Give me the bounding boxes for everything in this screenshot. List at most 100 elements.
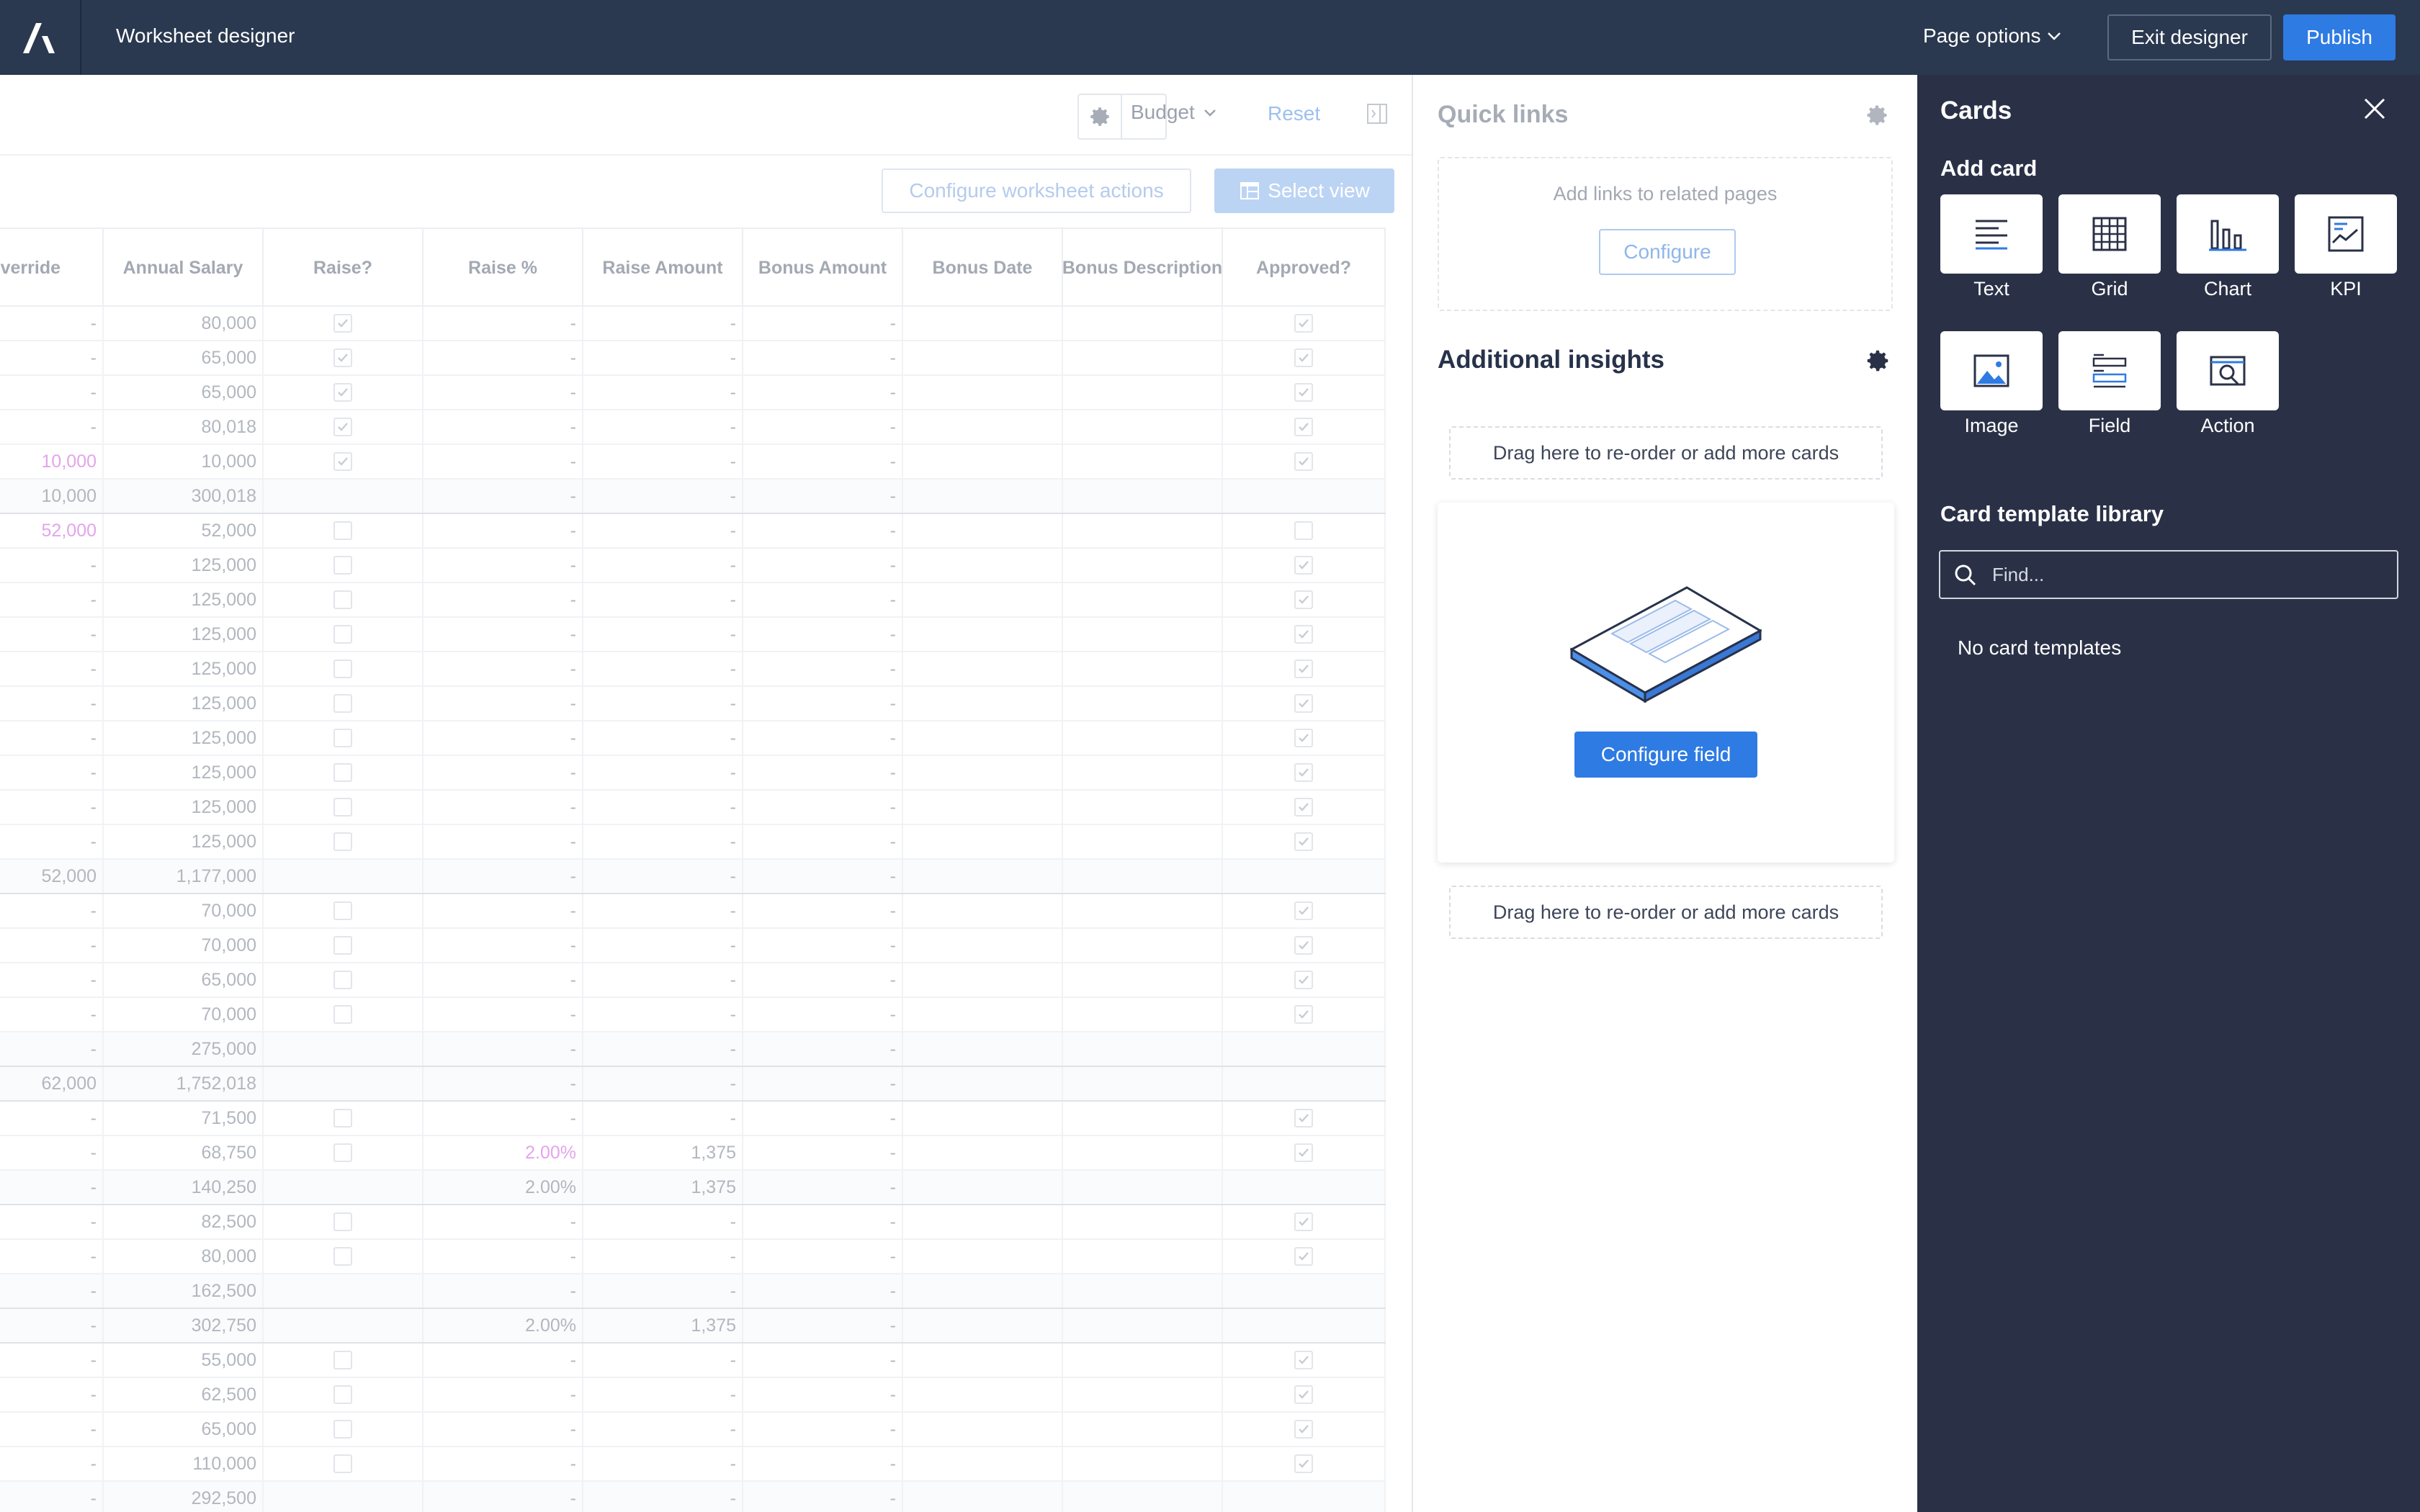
reset-link[interactable]: Reset [1268,102,1320,125]
annual-salary-cell[interactable]: 125,000 [104,756,264,789]
raise-cell[interactable] [264,1274,424,1308]
annual-salary-cell[interactable]: 292,500 [104,1482,264,1512]
override-cell[interactable]: - [0,721,104,755]
annual-salary-cell[interactable]: 52,000 [104,514,264,547]
bonus-amount-cell[interactable]: - [743,1067,903,1100]
raise-cell[interactable] [264,583,424,616]
raise-pct-cell[interactable]: - [424,963,583,996]
override-cell[interactable]: - [0,1482,104,1512]
bonus-date-cell[interactable] [903,1067,1063,1100]
annual-salary-cell[interactable]: 275,000 [104,1032,264,1066]
raise-amount-cell[interactable]: - [583,445,743,478]
approved-checkbox[interactable] [1294,832,1313,851]
bonus-date-cell[interactable] [903,1378,1063,1411]
bonus-amount-cell[interactable]: - [743,963,903,996]
bonus-date-cell[interactable] [903,1413,1063,1446]
raise-pct-cell[interactable]: - [424,860,583,893]
approved-checkbox[interactable] [1294,1005,1313,1024]
annual-salary-cell[interactable]: 80,018 [104,410,264,444]
raise-pct-cell[interactable]: - [424,998,583,1031]
approved-cell[interactable] [1223,1032,1386,1066]
bonus-amount-cell[interactable]: - [743,583,903,616]
raise-amount-cell[interactable]: - [583,929,743,962]
raise-pct-cell[interactable]: - [424,1344,583,1377]
bonus-amount-cell[interactable]: - [743,307,903,340]
bonus-amount-cell[interactable]: - [743,1102,903,1135]
bonus-description-cell[interactable] [1063,1032,1223,1066]
raise-cell[interactable] [264,825,424,858]
find-template-input[interactable] [1992,559,2381,590]
bonus-date-cell[interactable] [903,894,1063,927]
annual-salary-cell[interactable]: 140,250 [104,1171,264,1204]
approved-cell[interactable] [1223,791,1386,824]
raise-amount-cell[interactable]: - [583,549,743,582]
raise-checkbox[interactable] [333,832,352,851]
approved-checkbox[interactable] [1294,521,1313,540]
bonus-description-cell[interactable] [1063,445,1223,478]
override-cell[interactable]: 10,000 [0,445,104,478]
annual-salary-cell[interactable]: 300,018 [104,480,264,513]
bonus-amount-cell[interactable]: - [743,410,903,444]
bonus-amount-cell[interactable]: - [743,618,903,651]
raise-pct-cell[interactable]: - [424,583,583,616]
select-view-button[interactable]: Select view [1214,168,1394,213]
publish-button[interactable]: Publish [2283,14,2396,60]
raise-cell[interactable] [264,1447,424,1480]
raise-amount-cell[interactable]: - [583,721,743,755]
annual-salary-cell[interactable]: 70,000 [104,998,264,1031]
bonus-description-cell[interactable] [1063,480,1223,513]
override-cell[interactable]: 10,000 [0,480,104,513]
approved-checkbox[interactable] [1294,590,1313,609]
raise-checkbox[interactable] [333,901,352,920]
raise-pct-cell[interactable]: 2.00% [424,1171,583,1204]
raise-checkbox[interactable] [333,590,352,609]
col-bonus-date-header[interactable]: Bonus Date [903,229,1063,307]
annual-salary-cell[interactable]: 125,000 [104,618,264,651]
card-tile-grid[interactable] [2058,194,2161,274]
approved-cell[interactable] [1223,1344,1386,1377]
raise-cell[interactable] [264,1482,424,1512]
bonus-amount-cell[interactable]: - [743,1274,903,1308]
annual-salary-cell[interactable]: 65,000 [104,963,264,996]
approved-cell[interactable] [1223,549,1386,582]
bonus-date-cell[interactable] [903,687,1063,720]
raise-checkbox[interactable] [333,1247,352,1266]
override-cell[interactable]: - [0,1032,104,1066]
bonus-date-cell[interactable] [903,549,1063,582]
raise-amount-cell[interactable]: - [583,307,743,340]
raise-pct-cell[interactable]: - [424,1032,583,1066]
bonus-description-cell[interactable] [1063,687,1223,720]
override-cell[interactable]: - [0,894,104,927]
configure-quick-links-button[interactable]: Configure [1599,229,1736,275]
raise-cell[interactable] [264,1171,424,1204]
bonus-description-cell[interactable] [1063,894,1223,927]
raise-pct-cell[interactable]: - [424,756,583,789]
raise-cell[interactable] [264,1240,424,1273]
override-cell[interactable]: - [0,998,104,1031]
raise-amount-cell[interactable]: - [583,825,743,858]
bonus-date-cell[interactable] [903,929,1063,962]
raise-amount-cell[interactable]: - [583,1447,743,1480]
bonus-date-cell[interactable] [903,1274,1063,1308]
approved-checkbox[interactable] [1294,763,1313,782]
bonus-date-cell[interactable] [903,652,1063,685]
annual-salary-cell[interactable]: 65,000 [104,376,264,409]
raise-amount-cell[interactable]: - [583,1205,743,1238]
override-cell[interactable]: - [0,652,104,685]
bonus-date-cell[interactable] [903,1102,1063,1135]
approved-cell[interactable] [1223,963,1386,996]
configure-worksheet-actions-button[interactable]: Configure worksheet actions [882,168,1191,213]
annual-salary-cell[interactable]: 125,000 [104,549,264,582]
bonus-date-cell[interactable] [903,860,1063,893]
approved-cell[interactable] [1223,341,1386,374]
raise-pct-cell[interactable]: - [424,445,583,478]
raise-checkbox[interactable] [333,936,352,955]
raise-checkbox[interactable] [333,1143,352,1162]
annual-salary-cell[interactable]: 1,177,000 [104,860,264,893]
raise-amount-cell[interactable]: - [583,376,743,409]
bonus-description-cell[interactable] [1063,1309,1223,1342]
approved-cell[interactable] [1223,618,1386,651]
raise-cell[interactable] [264,687,424,720]
card-tile-field[interactable] [2058,331,2161,410]
annual-salary-cell[interactable]: 10,000 [104,445,264,478]
